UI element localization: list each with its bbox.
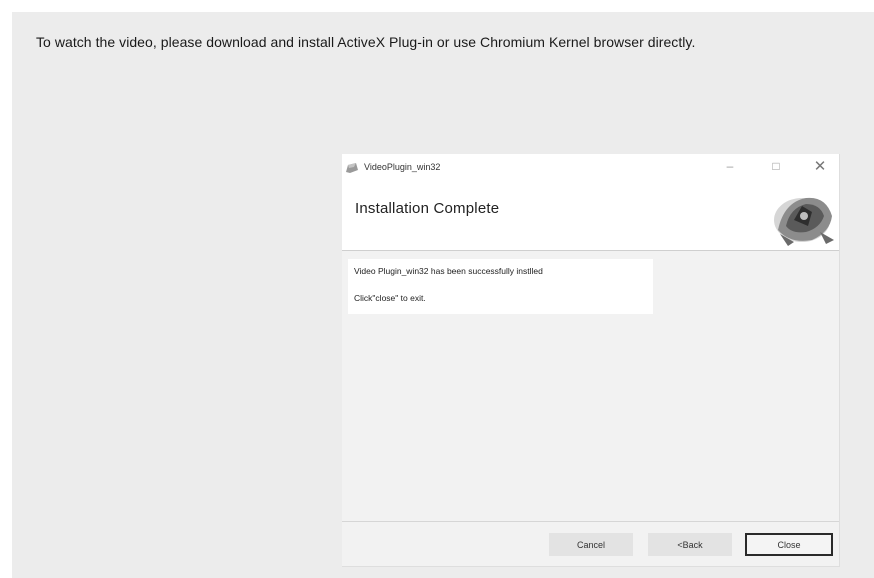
minimize-icon[interactable]: – <box>718 156 742 176</box>
installer-wizard-graphic <box>760 182 840 250</box>
cancel-button[interactable]: Cancel <box>549 533 633 556</box>
installation-heading: Installation Complete <box>355 200 500 217</box>
close-button[interactable]: Close <box>745 533 833 556</box>
success-message: Video Plugin_win32 has been successfully… <box>354 266 543 276</box>
back-button[interactable]: <Back <box>648 533 732 556</box>
installer-app-icon <box>345 161 359 173</box>
dialog-header: VideoPlugin_win32 – □ ✕ Installation Com… <box>342 154 839 250</box>
close-icon[interactable]: ✕ <box>808 156 832 176</box>
page-background: To watch the video, please download and … <box>12 12 874 578</box>
exit-instruction: Click"close" to exit. <box>354 293 426 303</box>
button-bar-divider <box>342 521 839 522</box>
installer-dialog: VideoPlugin_win32 – □ ✕ Installation Com… <box>342 154 840 567</box>
maximize-icon[interactable]: □ <box>764 156 788 176</box>
activex-notice: To watch the video, please download and … <box>36 34 696 50</box>
header-divider <box>342 250 839 251</box>
message-area: Video Plugin_win32 has been successfully… <box>348 259 653 314</box>
dialog-title: VideoPlugin_win32 <box>364 162 441 172</box>
